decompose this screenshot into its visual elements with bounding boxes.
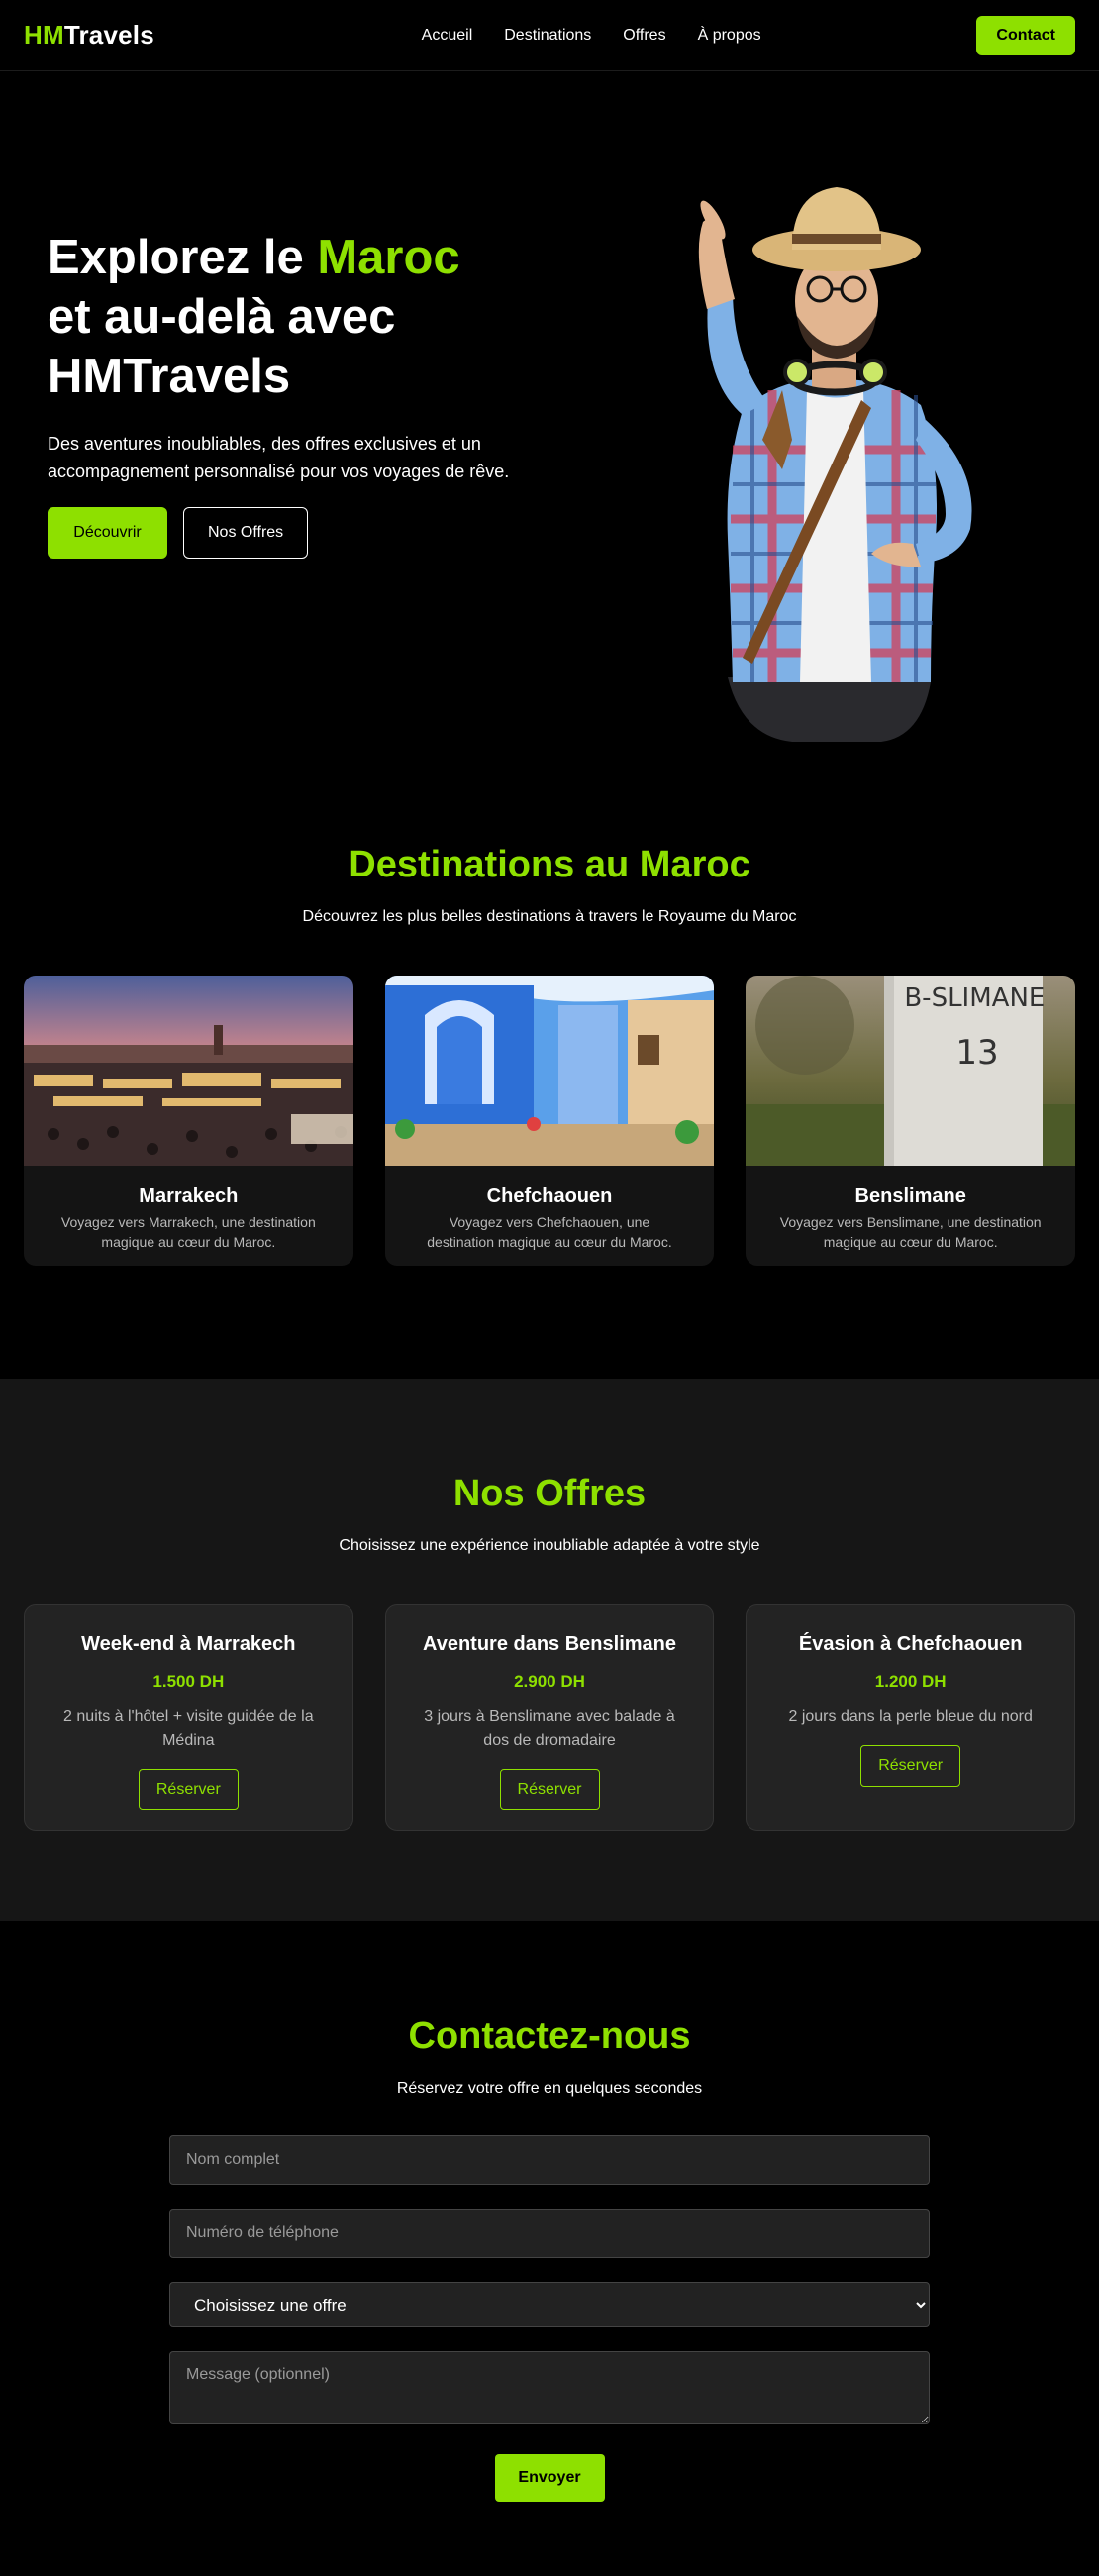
destination-image-chefchaouen	[384, 976, 715, 1166]
destinations-grid: Marrakech Voyagez vers Marrakech, une de…	[0, 976, 1099, 1266]
reserve-button[interactable]: Réserver	[499, 1769, 600, 1810]
top-navbar: HMTravels Accueil Destinations Offres À …	[0, 0, 1099, 71]
contact-title: Contactez-nous	[408, 2015, 691, 2057]
destination-description: Voyagez vers Chefchaouen, une destinatio…	[427, 1214, 672, 1250]
traveler-illustration	[698, 187, 972, 742]
nav-links: Accueil Destinations Offres À propos	[422, 27, 761, 45]
hat-band	[792, 234, 881, 244]
brand-logo[interactable]: HMTravels	[24, 20, 154, 51]
marker-number: 13	[955, 1033, 999, 1073]
raised-arm-sleeve	[707, 296, 767, 415]
destinations-subtitle: Découvrez les plus belles destinations à…	[302, 908, 797, 925]
destination-name: Benslimane	[854, 1185, 966, 1207]
contact-section: Contactez-nous Réservez votre offre en q…	[0, 1921, 1099, 2576]
brand-suffix: Travels	[63, 20, 154, 50]
send-button[interactable]: Envoyer	[494, 2454, 605, 2502]
destination-card-chefchaouen[interactable]: Chefchaouen Voyagez vers Chefchaouen, un…	[384, 976, 715, 1266]
brand-prefix: HM	[24, 20, 64, 50]
destinations-title: Destinations au Maroc	[349, 844, 750, 885]
headphones-right	[859, 359, 887, 386]
hero-buttons: Découvrir Nos Offres	[48, 507, 562, 559]
offers-section: Nos Offres Choisissez une expérience ino…	[0, 1379, 1099, 1921]
message-textarea[interactable]	[169, 2351, 930, 2424]
destination-card-benslimane[interactable]: B-SLIMANE 13 Benslimane Voyagez vers Ben…	[746, 976, 1076, 1266]
hero-description: Des aventures inoubliables, des offres e…	[48, 434, 510, 481]
hero-section: Explorez le Maroc et au-delà avec HMTrav…	[0, 71, 1099, 765]
nav-link-accueil[interactable]: Accueil	[422, 27, 473, 45]
our-offers-button[interactable]: Nos Offres	[183, 507, 309, 559]
hero-title: Explorez le Maroc et au-delà avec HMTrav…	[48, 228, 562, 406]
offer-select[interactable]: Choisissez une offre	[169, 2282, 930, 2327]
offer-price: 1.500 DH	[152, 1672, 225, 1691]
offer-description: 3 jours à Benslimane avec balade à dos d…	[424, 1708, 675, 1749]
discover-button[interactable]: Découvrir	[48, 507, 167, 559]
destinations-section: Destinations au Maroc Découvrez les plus…	[0, 765, 1099, 1379]
destination-card-marrakech[interactable]: Marrakech Voyagez vers Marrakech, une de…	[24, 976, 353, 1266]
offers-grid: Week-end à Marrakech 1.500 DH 2 nuits à …	[0, 1604, 1099, 1831]
name-input[interactable]	[169, 2135, 930, 2185]
offers-subtitle: Choisissez une expérience inoubliable ad…	[339, 1537, 760, 1554]
offer-price: 2.900 DH	[514, 1672, 585, 1691]
destination-name: Chefchaouen	[486, 1185, 613, 1207]
nav-link-a-propos[interactable]: À propos	[698, 27, 761, 45]
contact-form: Choisissez une offre Envoyer	[169, 2135, 930, 2502]
offer-card-marrakech: Week-end à Marrakech 1.500 DH 2 nuits à …	[24, 1604, 353, 1831]
reserve-button[interactable]: Réserver	[860, 1745, 961, 1787]
hero-title-part1: Explorez le	[48, 231, 318, 284]
destination-image-marrakech	[24, 976, 353, 1166]
offer-price: 1.200 DH	[874, 1672, 947, 1691]
contact-subtitle: Réservez votre offre en quelques seconde…	[396, 2080, 703, 2097]
offer-card-benslimane: Aventure dans Benslimane 2.900 DH 3 jour…	[384, 1604, 715, 1831]
destination-name: Marrakech	[139, 1185, 239, 1207]
nav-link-offres[interactable]: Offres	[623, 27, 665, 45]
destination-image-benslimane: B-SLIMANE 13	[746, 976, 1076, 1166]
offer-description: 2 nuits à l'hôtel + visite guidée de la …	[63, 1708, 314, 1749]
hero-title-line2: et au-delà avec	[48, 290, 396, 344]
hero-text: Explorez le Maroc et au-delà avec HMTrav…	[48, 228, 562, 559]
offers-title: Nos Offres	[452, 1473, 647, 1514]
destination-description: Voyagez vers Benslimane, une destination…	[779, 1214, 1042, 1250]
marker-text: B-SLIMANE	[904, 983, 1046, 1013]
trousers	[728, 677, 931, 742]
offer-title: Évasion à Chefchaouen	[798, 1633, 1023, 1655]
headphones-left	[783, 359, 811, 386]
phone-input[interactable]	[169, 2209, 930, 2258]
offer-title: Week-end à Marrakech	[81, 1633, 296, 1655]
reserve-button[interactable]: Réserver	[138, 1769, 239, 1810]
nav-link-destinations[interactable]: Destinations	[504, 27, 591, 45]
destination-description: Voyagez vers Marrakech, une destination …	[60, 1214, 316, 1250]
offer-title: Aventure dans Benslimane	[423, 1633, 677, 1655]
offer-description: 2 jours dans la perle bleue du nord	[788, 1708, 1033, 1725]
contact-button[interactable]: Contact	[976, 15, 1075, 55]
hero-title-accent: Maroc	[317, 231, 460, 284]
offer-card-chefchaouen: Évasion à Chefchaouen 1.200 DH 2 jours d…	[746, 1604, 1076, 1831]
hero-title-line3: HMTravels	[48, 350, 291, 403]
